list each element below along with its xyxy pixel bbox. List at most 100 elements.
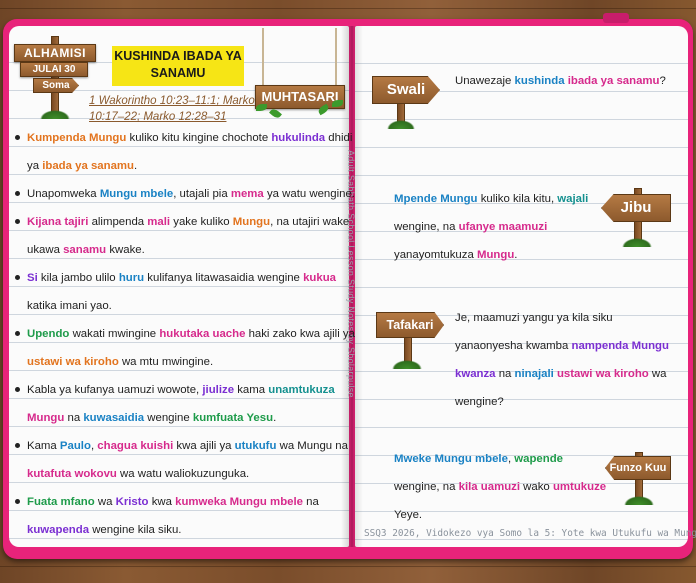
highlighted-phrase: mema: [230, 188, 264, 200]
sign-rope: [335, 28, 337, 86]
text-segment: yake kuliko: [170, 216, 233, 228]
text-segment: wa Mungu na: [276, 440, 348, 452]
text-line: kwanza na ninajali ustawi wa kiroho wa: [455, 360, 669, 388]
text-line: Mungu na kuwasaidia wengine kumfuata Yes…: [27, 404, 336, 432]
text-line: Yeye.: [394, 501, 606, 529]
highlighted-phrase: Mungu mbele: [99, 188, 174, 200]
text-segment: ?: [659, 75, 666, 87]
text-segment: na: [64, 412, 84, 424]
text-line: Upendo wakati mwingine hukutaka uache ha…: [27, 320, 355, 348]
text-line: ustawi wa kiroho wa mtu mwingine.: [27, 348, 336, 376]
grass-tuft: [622, 238, 652, 247]
highlighted-phrase: ibada ya sanamu: [42, 160, 135, 172]
text-segment: Kabla ya kufanya uamuzi wowote,: [27, 384, 203, 396]
grass-tuft: [624, 496, 654, 505]
text-segment: kuliko kila kitu,: [477, 193, 558, 205]
text-segment: kwa: [148, 496, 176, 508]
highlighted-phrase: Paulo: [59, 440, 91, 452]
highlighted-phrase: sanamu: [63, 244, 107, 256]
text-segment: ya watu wengine.: [263, 188, 355, 200]
day-sign: ALHAMISI: [14, 44, 96, 62]
text-segment: wengine?: [455, 396, 504, 408]
text-segment: , na utajiri wake: [270, 216, 350, 228]
text-line: Mpende Mungu kuliko kila kitu, wajali: [394, 185, 588, 213]
text-line: Kumpenda Mungu kuliko kitu kingine choch…: [27, 124, 352, 152]
text-line: ukawa sanamu kwake.: [27, 236, 336, 264]
highlighted-phrase: Mpende Mungu: [394, 193, 478, 205]
text-line: yanaonyesha kwamba nampenda Mungu: [455, 332, 669, 360]
text-segment: wengine: [144, 412, 193, 424]
text-segment: Unapomweka: [27, 188, 100, 200]
text-line: Unawezaje kushinda ibada ya sanamu?: [455, 67, 666, 95]
answer-text: Mpende Mungu kuliko kila kitu, wajali wen…: [394, 185, 588, 269]
text-line: Mweke Mungu mbele, wapende: [394, 445, 606, 473]
text-segment: na: [495, 368, 515, 380]
reference-link[interactable]: 10:17–22; Marko 12:28–31: [89, 111, 226, 123]
lesson-title: KUSHINDA IBADA YA SANAMU: [112, 46, 244, 86]
highlighted-phrase: kutafuta wokovu: [27, 468, 117, 480]
text-segment: .: [514, 249, 518, 261]
text-segment: kuliko kitu kingine chochote: [126, 132, 272, 144]
text-line: Kijana tajiri alimpenda mali yake kuliko…: [27, 208, 349, 236]
highlighted-phrase: kwanza: [455, 368, 496, 380]
summary-bullet: Unapomweka Mungu mbele, utajali pia mema…: [14, 180, 355, 208]
text-segment: , utajali pia: [173, 188, 231, 200]
highlighted-phrase: mali: [147, 216, 171, 228]
highlighted-phrase: wapende: [514, 453, 564, 465]
highlighted-phrase: ustawi wa kiroho: [556, 368, 649, 380]
jibu-sign: Jibu: [601, 194, 671, 222]
text-line: wengine?: [455, 388, 669, 416]
text-segment: kulifanya litawasaidia wengine: [144, 272, 304, 284]
reference-link[interactable]: 1 Wakorintho 10:23–11:1; Marko: [89, 95, 255, 107]
grass-tuft: [387, 120, 415, 129]
reflection-text: Je, maamuzi yangu ya kila siku yanaonyesh…: [455, 304, 669, 416]
text-segment: wako: [520, 481, 553, 493]
text-segment: wakati mwingine: [69, 328, 160, 340]
text-segment: yanaonyesha kwamba: [455, 340, 572, 352]
highlighted-phrase: utukufu: [234, 440, 277, 452]
summary-bullet: Fuata mfano wa Kristo kwa kumweka Mungu …: [14, 488, 336, 544]
scripture-references: 1 Wakorintho 10:23–11:1; Marko 10:17–22;…: [89, 93, 259, 125]
highlighted-phrase: Fuata mfano: [27, 496, 95, 508]
key-lesson-text: Mweke Mungu mbele, wapende wengine, na ki…: [394, 445, 606, 529]
text-line: Si kila jambo ulilo huru kulifanya litaw…: [27, 264, 336, 292]
funzo-sign: Funzo Kuu: [605, 456, 671, 480]
text-segment: dhidi: [325, 132, 353, 144]
highlighted-phrase: kuwasaidia: [83, 412, 145, 424]
text-segment: wa: [648, 368, 667, 380]
text-segment: kila jambo ulilo: [37, 272, 119, 284]
read-sign: Soma: [33, 78, 79, 93]
highlighted-phrase: Si: [27, 272, 38, 284]
highlighted-phrase: kumweka Mungu mbele: [175, 496, 303, 508]
text-segment: kama: [234, 384, 269, 396]
page-footer: SSQ3 2026, Vidokezo vya Somo la 5: Yote …: [364, 528, 696, 539]
text-segment: katika imani yao.: [27, 300, 112, 312]
question-text: Unawezaje kushinda ibada ya sanamu?: [455, 67, 666, 95]
text-segment: yanayomtukuza: [394, 249, 477, 261]
highlighted-phrase: wajali: [557, 193, 589, 205]
text-segment: wa watu waliokuzunguka.: [116, 468, 250, 480]
text-segment: na: [302, 496, 319, 508]
highlighted-phrase: Mungu: [27, 412, 65, 424]
highlighted-phrase: kumfuata Yesu: [192, 412, 274, 424]
text-segment: ukawa: [27, 244, 64, 256]
highlighted-phrase: umtukuze: [552, 481, 607, 493]
highlighted-phrase: hukutaka uache: [159, 328, 246, 340]
highlighted-phrase: Kumpenda Mungu: [27, 132, 127, 144]
text-line: ya ibada ya sanamu.: [27, 152, 336, 180]
highlighted-phrase: kushinda: [514, 75, 565, 87]
text-segment: .: [273, 412, 277, 424]
text-line: Je, maamuzi yangu ya kila siku: [455, 304, 669, 332]
highlighted-phrase: kukua: [303, 272, 336, 284]
highlighted-phrase: kuwapenda: [27, 524, 90, 536]
highlighted-phrase: ninajali: [514, 368, 554, 380]
text-line: Kabla ya kufanya uamuzi wowote, jiulize …: [27, 376, 336, 404]
text-segment: ya: [27, 160, 43, 172]
grass-tuft: [392, 360, 422, 369]
highlighted-phrase: ibada ya sanamu: [567, 75, 660, 87]
text-segment: wengine, na: [394, 481, 459, 493]
highlighted-phrase: Mungu: [232, 216, 271, 228]
summary-bullet-list: Kumpenda Mungu kuliko kitu kingine choch…: [14, 124, 355, 544]
text-segment: Unawezaje: [455, 75, 515, 87]
text-segment: wengine kila siku.: [89, 524, 182, 536]
